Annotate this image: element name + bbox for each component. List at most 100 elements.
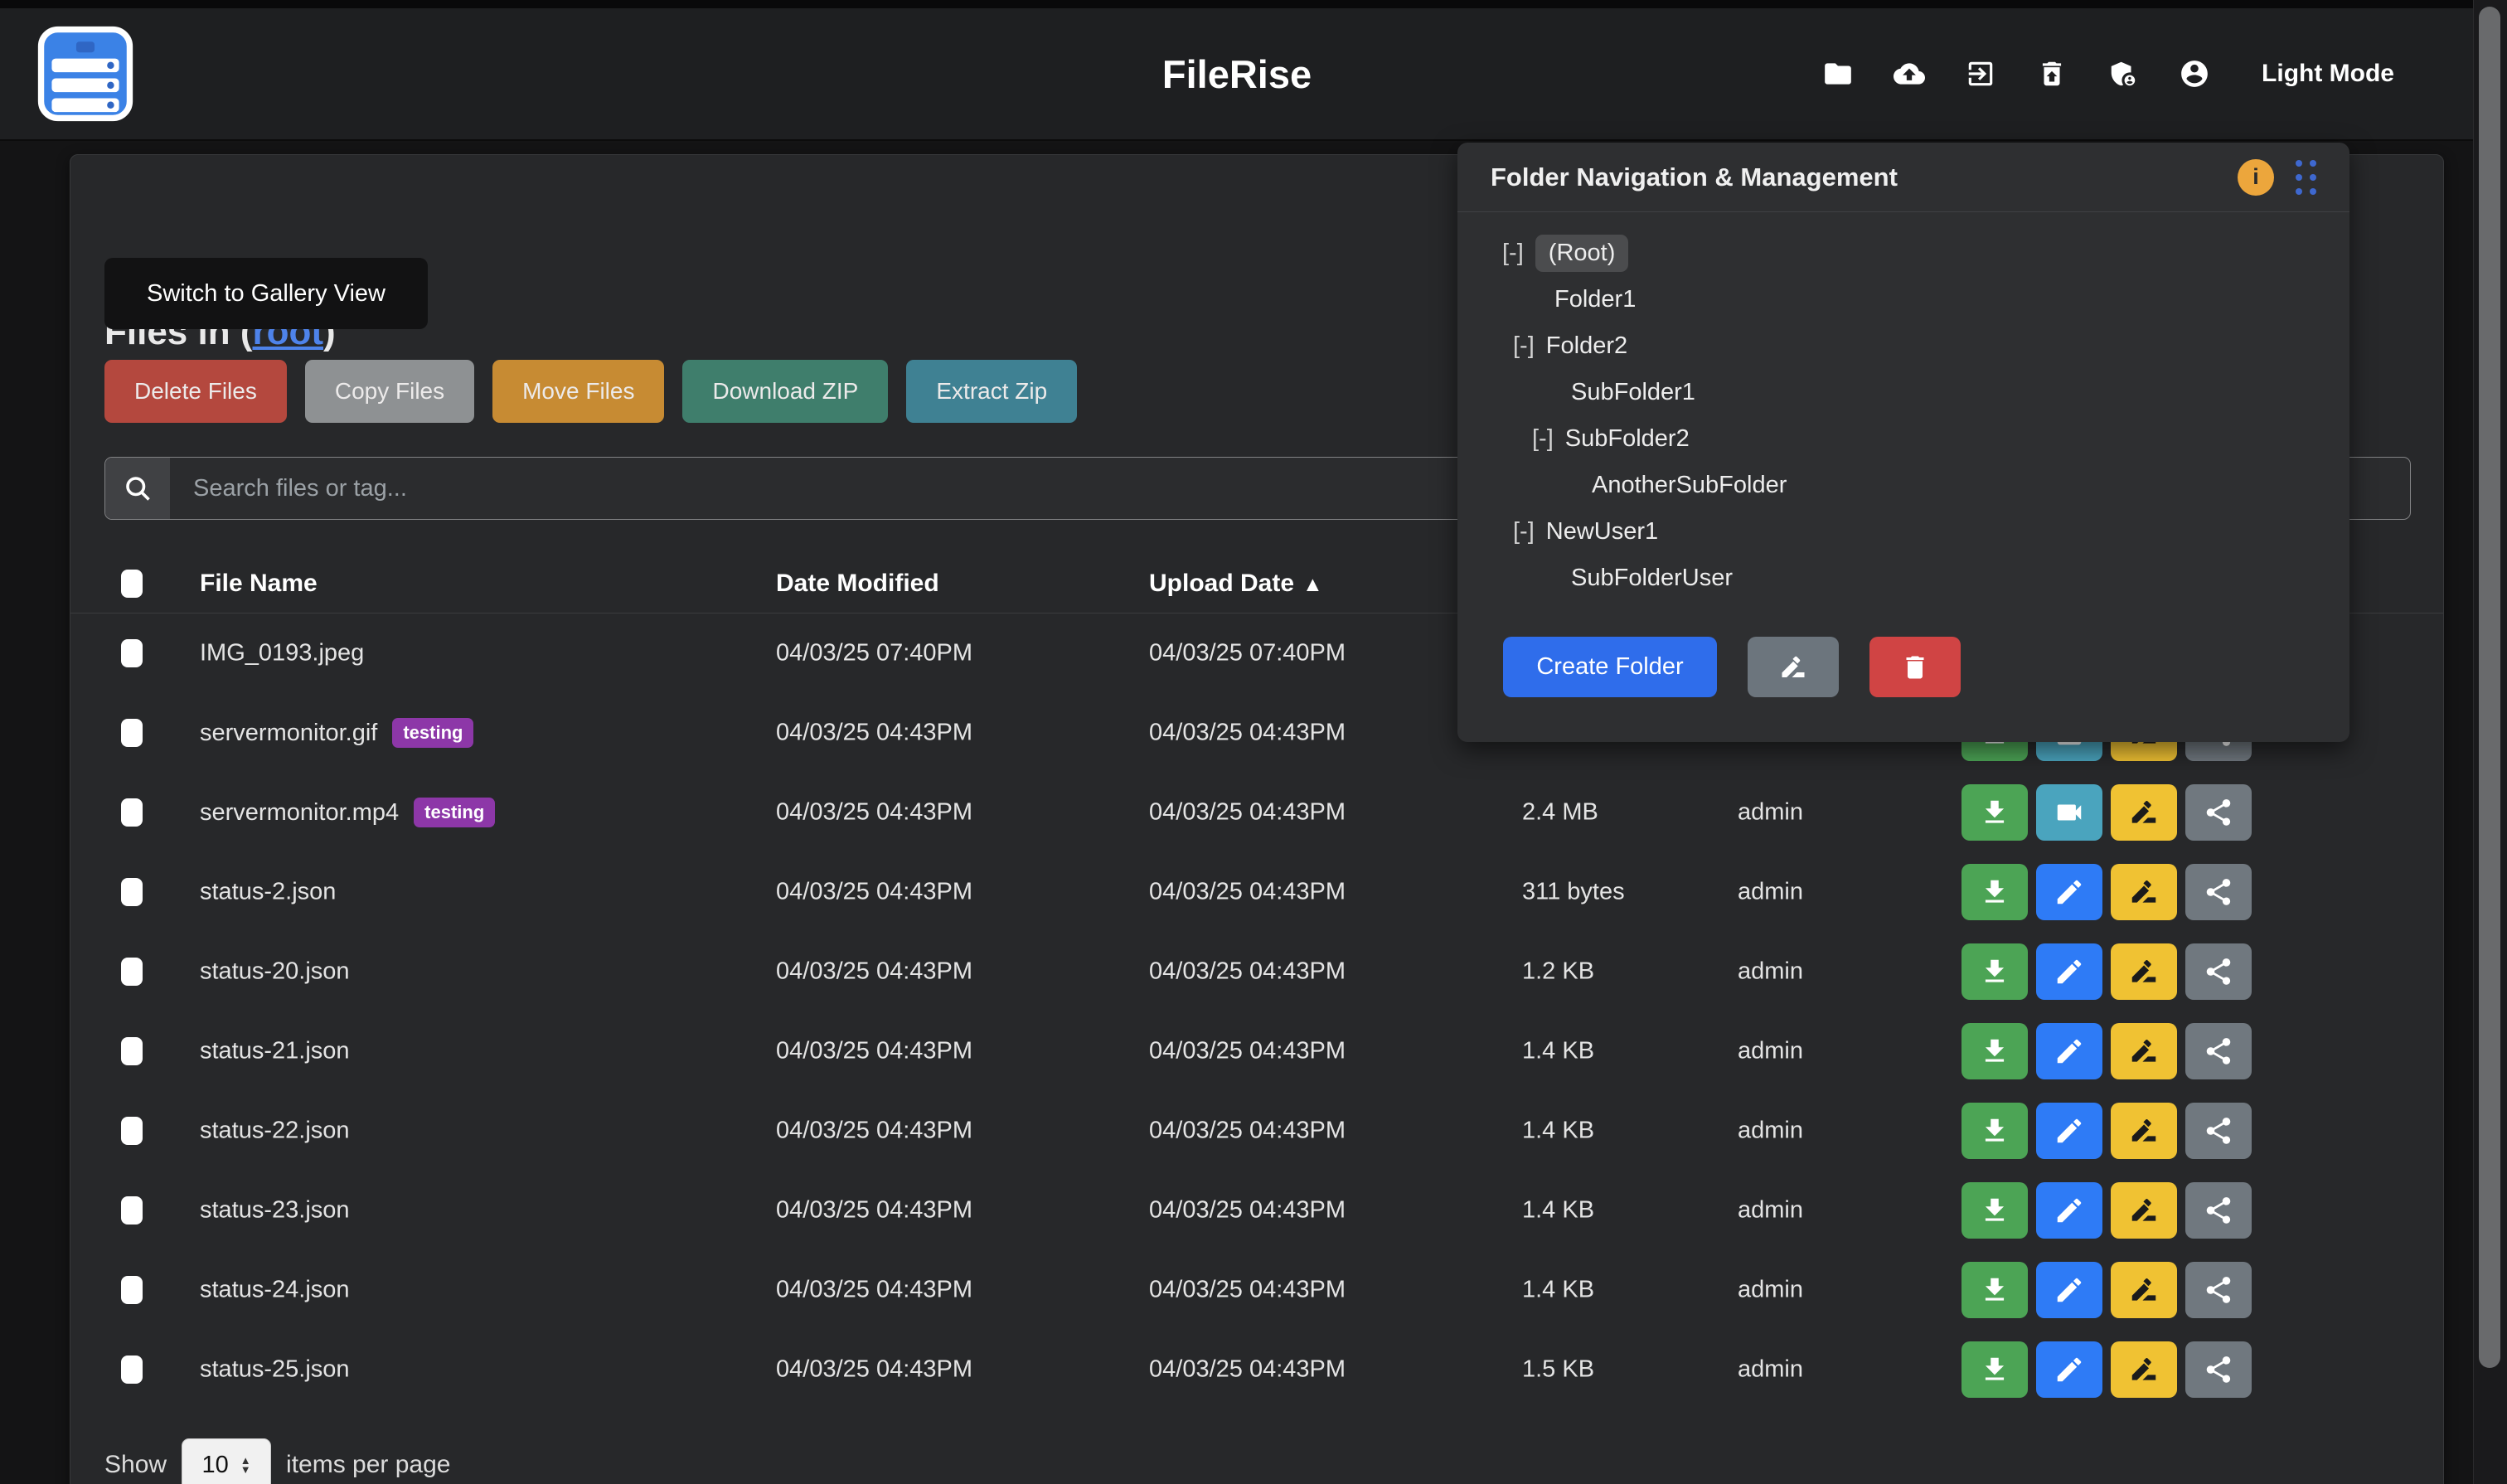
file-name[interactable]: servermonitor.gif xyxy=(200,720,377,747)
row-checkbox[interactable] xyxy=(121,798,143,827)
extract-zip-button[interactable]: Extract Zip xyxy=(906,360,1077,423)
row-checkbox[interactable] xyxy=(121,878,143,906)
tree-expander[interactable]: [-] xyxy=(1513,332,1535,360)
rename-button[interactable] xyxy=(2111,1023,2177,1079)
rename-button[interactable] xyxy=(2111,1341,2177,1398)
create-folder-button[interactable]: Create Folder xyxy=(1503,637,1717,697)
folder-icon[interactable] xyxy=(1822,58,1854,90)
folder-tree-item-subfolder2[interactable]: [-]SubFolder2 xyxy=(1457,415,2349,462)
shield-user-icon[interactable] xyxy=(2107,58,2139,90)
row-checkbox[interactable] xyxy=(121,639,143,667)
row-checkbox[interactable] xyxy=(121,719,143,747)
download-icon xyxy=(1979,797,2010,828)
row-checkbox[interactable] xyxy=(121,1196,143,1225)
file-size: 1.5 KB xyxy=(1522,1356,1594,1384)
file-name[interactable]: status-21.json xyxy=(200,1038,350,1065)
download-button[interactable] xyxy=(1961,1103,2028,1159)
rename-icon xyxy=(2128,1035,2160,1067)
rename-button[interactable] xyxy=(2111,943,2177,1000)
download-zip-button[interactable]: Download ZIP xyxy=(682,360,888,423)
edit-button[interactable] xyxy=(2036,1023,2102,1079)
row-actions xyxy=(1961,864,2252,920)
tree-expander[interactable]: [-] xyxy=(1513,518,1535,546)
light-mode-toggle[interactable]: Light Mode xyxy=(2262,60,2394,88)
items-per-page-select[interactable]: 10 ▲▼ xyxy=(182,1438,271,1484)
folder-tree-item-newuser1[interactable]: [-]NewUser1 xyxy=(1457,508,2349,555)
folder-tree-item-root[interactable]: [-](Root) xyxy=(1457,230,2349,276)
file-name[interactable]: status-2.json xyxy=(200,879,336,906)
share-button[interactable] xyxy=(2185,943,2252,1000)
select-all-checkbox[interactable] xyxy=(121,570,143,598)
edit-button[interactable] xyxy=(2036,943,2102,1000)
share-button[interactable] xyxy=(2185,1023,2252,1079)
move-files-button[interactable]: Move Files xyxy=(492,360,664,423)
file-size: 1.4 KB xyxy=(1522,1277,1594,1304)
row-checkbox[interactable] xyxy=(121,1355,143,1384)
share-button[interactable] xyxy=(2185,1182,2252,1239)
folder-tree-item-folder2[interactable]: [-]Folder2 xyxy=(1457,323,2349,369)
tree-expander[interactable]: [-] xyxy=(1502,240,1524,267)
edit-button[interactable] xyxy=(2036,1341,2102,1398)
rename-folder-button[interactable] xyxy=(1748,637,1839,697)
row-checkbox[interactable] xyxy=(121,958,143,986)
column-header-upload-date[interactable]: Upload Date▲ xyxy=(1149,570,1323,598)
delete-folder-button[interactable] xyxy=(1869,637,1961,697)
rename-button[interactable] xyxy=(2111,1103,2177,1159)
download-button[interactable] xyxy=(1961,1023,2028,1079)
file-name[interactable]: status-22.json xyxy=(200,1118,350,1145)
column-header-file-name[interactable]: File Name xyxy=(200,570,318,598)
download-button[interactable] xyxy=(1961,1341,2028,1398)
file-name[interactable]: status-20.json xyxy=(200,958,350,986)
edit-button[interactable] xyxy=(2036,1262,2102,1318)
download-icon xyxy=(1979,1035,2010,1067)
exit-icon[interactable] xyxy=(1965,58,1996,90)
file-name[interactable]: status-24.json xyxy=(200,1277,350,1304)
row-checkbox[interactable] xyxy=(121,1037,143,1065)
file-name[interactable]: status-25.json xyxy=(200,1356,350,1384)
folder-tree-item-subfolder1[interactable]: SubFolder1 xyxy=(1457,369,2349,415)
download-button[interactable] xyxy=(1961,943,2028,1000)
row-checkbox[interactable] xyxy=(121,1117,143,1145)
folder-navigation-panel: Folder Navigation & Management i [-](Roo… xyxy=(1457,143,2349,742)
rename-button[interactable] xyxy=(2111,784,2177,841)
account-icon[interactable] xyxy=(2179,58,2210,90)
items-per-page-value: 10 xyxy=(201,1452,228,1479)
edit-button[interactable] xyxy=(2036,1182,2102,1239)
folder-label: SubFolderUser xyxy=(1571,565,1733,592)
edit-button[interactable] xyxy=(2036,864,2102,920)
download-button[interactable] xyxy=(1961,864,2028,920)
download-button[interactable] xyxy=(1961,784,2028,841)
share-button[interactable] xyxy=(2185,1262,2252,1318)
column-header-date-modified[interactable]: Date Modified xyxy=(776,570,939,598)
download-button[interactable] xyxy=(1961,1182,2028,1239)
share-button[interactable] xyxy=(2185,864,2252,920)
download-button[interactable] xyxy=(1961,1262,2028,1318)
delete-files-button[interactable]: Delete Files xyxy=(104,360,287,423)
switch-gallery-view-button[interactable]: Switch to Gallery View xyxy=(104,258,428,329)
file-name[interactable]: IMG_0193.jpeg xyxy=(200,640,364,667)
file-name[interactable]: servermonitor.mp4 xyxy=(200,799,399,827)
file-name[interactable]: status-23.json xyxy=(200,1197,350,1225)
info-icon[interactable]: i xyxy=(2238,159,2274,196)
rename-button[interactable] xyxy=(2111,1182,2177,1239)
video-button[interactable] xyxy=(2036,784,2102,841)
share-button[interactable] xyxy=(2185,1103,2252,1159)
row-checkbox[interactable] xyxy=(121,1276,143,1304)
folder-tree-item-folder1[interactable]: Folder1 xyxy=(1457,276,2349,323)
copy-files-button[interactable]: Copy Files xyxy=(305,360,474,423)
filerise-logo[interactable] xyxy=(36,25,134,123)
folder-tree-item-anothersubfolder[interactable]: AnotherSubFolder xyxy=(1457,462,2349,508)
rename-button[interactable] xyxy=(2111,1262,2177,1318)
tree-expander[interactable]: [-] xyxy=(1532,425,1554,453)
edit-button[interactable] xyxy=(2036,1103,2102,1159)
rename-icon xyxy=(2128,1354,2160,1385)
trash-restore-icon[interactable] xyxy=(2036,58,2068,90)
folder-label: AnotherSubFolder xyxy=(1592,472,1787,499)
cloud-upload-icon[interactable] xyxy=(1894,58,1925,90)
drag-handle-icon[interactable] xyxy=(2296,160,2316,195)
rename-button[interactable] xyxy=(2111,864,2177,920)
share-button[interactable] xyxy=(2185,1341,2252,1398)
share-button[interactable] xyxy=(2185,784,2252,841)
scrollbar-thumb[interactable] xyxy=(2479,7,2500,1368)
folder-tree-item-subfolderuser[interactable]: SubFolderUser xyxy=(1457,555,2349,601)
